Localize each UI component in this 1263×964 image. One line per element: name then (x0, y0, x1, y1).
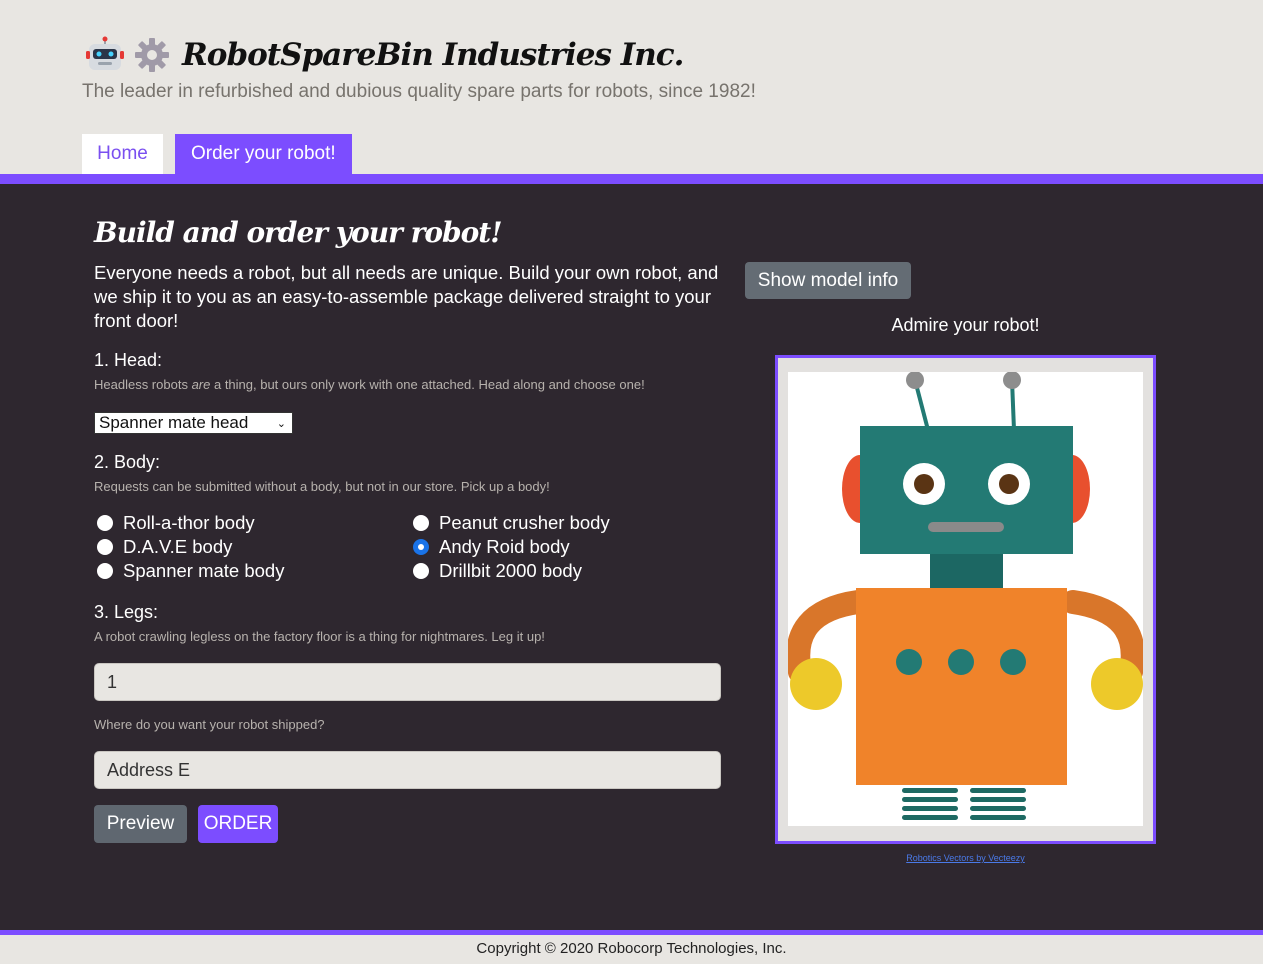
radio-button[interactable] (97, 538, 113, 555)
robot-preview-image (786, 371, 1145, 826)
robot-icon (86, 36, 124, 70)
radio-button[interactable] (97, 562, 113, 579)
body-option-andy-roid[interactable]: Andy Roid body (413, 536, 653, 557)
head-select-value: Spanner mate head (99, 413, 249, 432)
header-divider (0, 174, 1263, 184)
intro-text: Everyone needs a robot, but all needs ar… (94, 262, 719, 331)
radio-button[interactable] (413, 514, 429, 531)
preview-button[interactable]: Preview (94, 805, 187, 843)
gear-icon (135, 38, 169, 72)
radio-button-checked[interactable] (413, 538, 429, 555)
address-input[interactable]: Address E (94, 751, 721, 789)
body-option-spanner-mate[interactable]: Spanner mate body (97, 560, 413, 581)
body-option-roll-a-thor[interactable]: Roll-a-thor body (97, 512, 413, 533)
radio-button[interactable] (413, 562, 429, 579)
tab-home[interactable]: Home (82, 134, 163, 174)
nav-tabs: Home Order your robot! (82, 134, 352, 174)
body-hint: Requests can be submitted without a body… (94, 479, 550, 494)
image-credit-link[interactable]: Robotics Vectors by Vecteezy (775, 853, 1156, 863)
robot-illustration (786, 371, 1145, 820)
body-radio-group: Roll-a-thor body Peanut crusher body D.A… (97, 512, 657, 581)
radio-button[interactable] (97, 514, 113, 531)
footer-copyright: Copyright © 2020 Robocorp Technologies, … (0, 935, 1263, 964)
body-option-peanut-crusher[interactable]: Peanut crusher body (413, 512, 653, 533)
chevron-down-icon: ⌄ (276, 417, 286, 430)
page-title: Build and order your robot! (94, 216, 502, 249)
head-hint: Headless robots are a thing, but ours on… (94, 377, 645, 392)
main-content: Build and order your robot! Everyone nee… (0, 184, 1263, 930)
robot-preview-frame (775, 355, 1156, 844)
site-title: RobotSpareBin Industries Inc. (182, 37, 684, 73)
legs-input[interactable]: 1 (94, 663, 721, 701)
brand: RobotSpareBin Industries Inc. (86, 33, 684, 77)
body-label: 2. Body: (94, 452, 161, 472)
body-option-drillbit-2000[interactable]: Drillbit 2000 body (413, 560, 653, 581)
site-header: RobotSpareBin Industries Inc. The leader… (0, 0, 1263, 174)
head-label: 1. Head: (94, 350, 163, 370)
address-hint: Where do you want your robot shipped? (94, 717, 325, 732)
show-model-info-button[interactable]: Show model info (745, 262, 911, 299)
tab-order-robot[interactable]: Order your robot! (175, 134, 352, 174)
body-option-dave[interactable]: D.A.V.E body (97, 536, 413, 557)
preview-caption: Admire your robot! (891, 315, 1040, 335)
head-select[interactable]: Spanner mate head ⌄ (94, 412, 293, 434)
legs-label: 3. Legs: (94, 602, 159, 622)
site-tagline: The leader in refurbished and dubious qu… (82, 81, 756, 102)
order-button[interactable]: ORDER (198, 805, 278, 843)
legs-hint: A robot crawling legless on the factory … (94, 629, 545, 644)
